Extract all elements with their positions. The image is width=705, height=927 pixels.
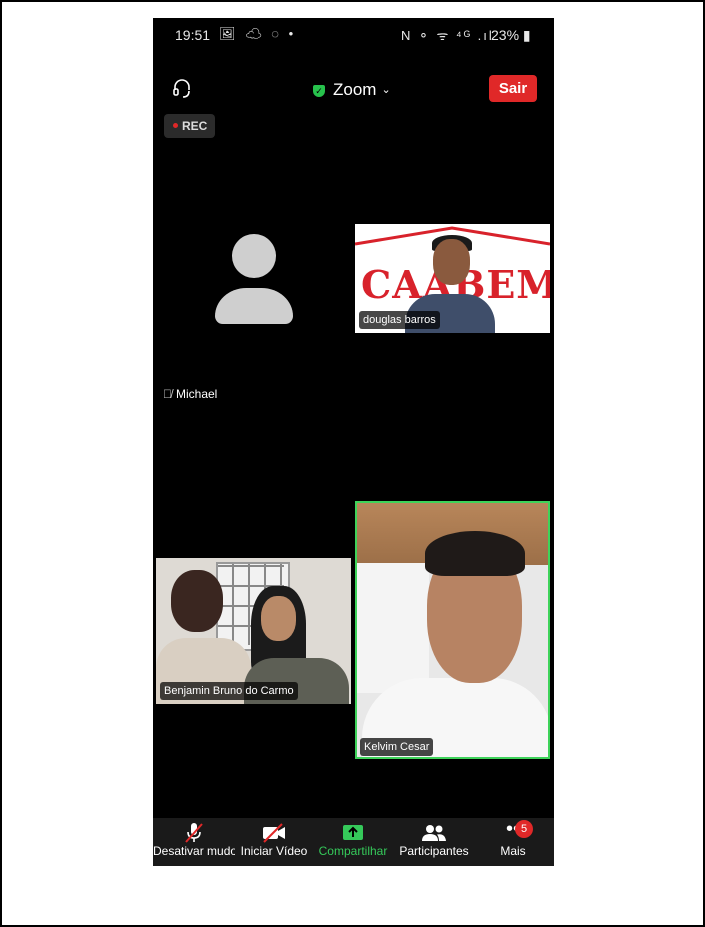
participants-label: Participantes xyxy=(399,844,469,858)
recording-badge: REC xyxy=(164,114,215,138)
signal-icons: N ⚬ ᯤ ⁴ᴳ .ıl xyxy=(401,28,494,43)
start-video-button[interactable]: Iniciar Vídeo xyxy=(235,818,313,866)
participant-tile-douglas[interactable]: CAABEM douglas barros xyxy=(355,224,550,333)
mic-muted-icon: 🎙̸ xyxy=(163,387,172,401)
recording-label: REC xyxy=(182,119,208,133)
participants-button[interactable]: Participantes xyxy=(393,818,475,866)
meeting-toolbar: Desativar mudo Iniciar Vídeo Compartilha… xyxy=(153,818,554,866)
participant-name-text: Michael xyxy=(176,387,218,401)
participant-name-benjamin: Benjamin Bruno do Carmo xyxy=(160,682,298,700)
more-badge: 5 xyxy=(515,820,533,838)
participant-name-douglas: douglas barros xyxy=(359,311,440,329)
notification-icons: 🖼 ☁ ◌ • xyxy=(219,26,297,41)
participant-tile-benjamin[interactable]: Benjamin Bruno do Carmo xyxy=(156,558,351,704)
video-man-head xyxy=(171,570,223,632)
shield-check-icon: ✓ xyxy=(313,85,325,97)
chevron-down-icon: ⌄ xyxy=(381,84,391,96)
more-dots-icon: •• xyxy=(505,818,520,840)
more-label: Mais xyxy=(500,844,526,858)
meeting-title: Zoom xyxy=(333,80,377,99)
mute-label: Desativar mudo xyxy=(153,844,235,858)
participant-name-kelvim: Kelvim Cesar xyxy=(360,738,434,756)
mic-off-icon xyxy=(153,818,235,844)
meeting-title-dropdown[interactable]: ✓ Zoom ⌄ xyxy=(313,80,391,100)
status-bar: 19:51 🖼 ☁ ◌ • N ⚬ ᯤ ⁴ᴳ .ıl 23% ▮ xyxy=(153,18,554,52)
share-button[interactable]: Compartilhar xyxy=(315,818,391,866)
participant-tile-kelvim-active-speaker[interactable]: Kelvim Cesar xyxy=(355,501,550,759)
mute-button[interactable]: Desativar mudo xyxy=(153,818,235,866)
video-off-icon xyxy=(235,818,313,844)
avatar-head xyxy=(232,234,276,278)
share-screen-icon xyxy=(315,818,391,844)
battery-indicator: 23% ▮ xyxy=(491,27,531,43)
leave-button[interactable]: Sair xyxy=(489,75,537,102)
phone-screen: 19:51 🖼 ☁ ◌ • N ⚬ ᯤ ⁴ᴳ .ıl 23% ▮ ✓ Zoom ⌄ … xyxy=(153,18,554,866)
recording-dot-icon xyxy=(173,123,178,128)
participant-name-michael: 🎙̸ Michael xyxy=(163,387,217,401)
headset-icon[interactable] xyxy=(171,77,193,99)
video-label: Iniciar Vídeo xyxy=(240,844,308,858)
participants-icon xyxy=(393,818,475,844)
avatar-body xyxy=(215,288,293,324)
video-woman-face xyxy=(261,596,296,641)
share-label: Compartilhar xyxy=(318,844,388,858)
more-button[interactable]: •• 5 Mais xyxy=(483,818,543,866)
meeting-top-bar: ✓ Zoom ⌄ Sair xyxy=(153,70,554,106)
curtain xyxy=(357,563,429,693)
status-time: 19:51 xyxy=(175,27,211,43)
video-person-hair xyxy=(425,531,525,576)
video-person-head xyxy=(433,239,470,285)
